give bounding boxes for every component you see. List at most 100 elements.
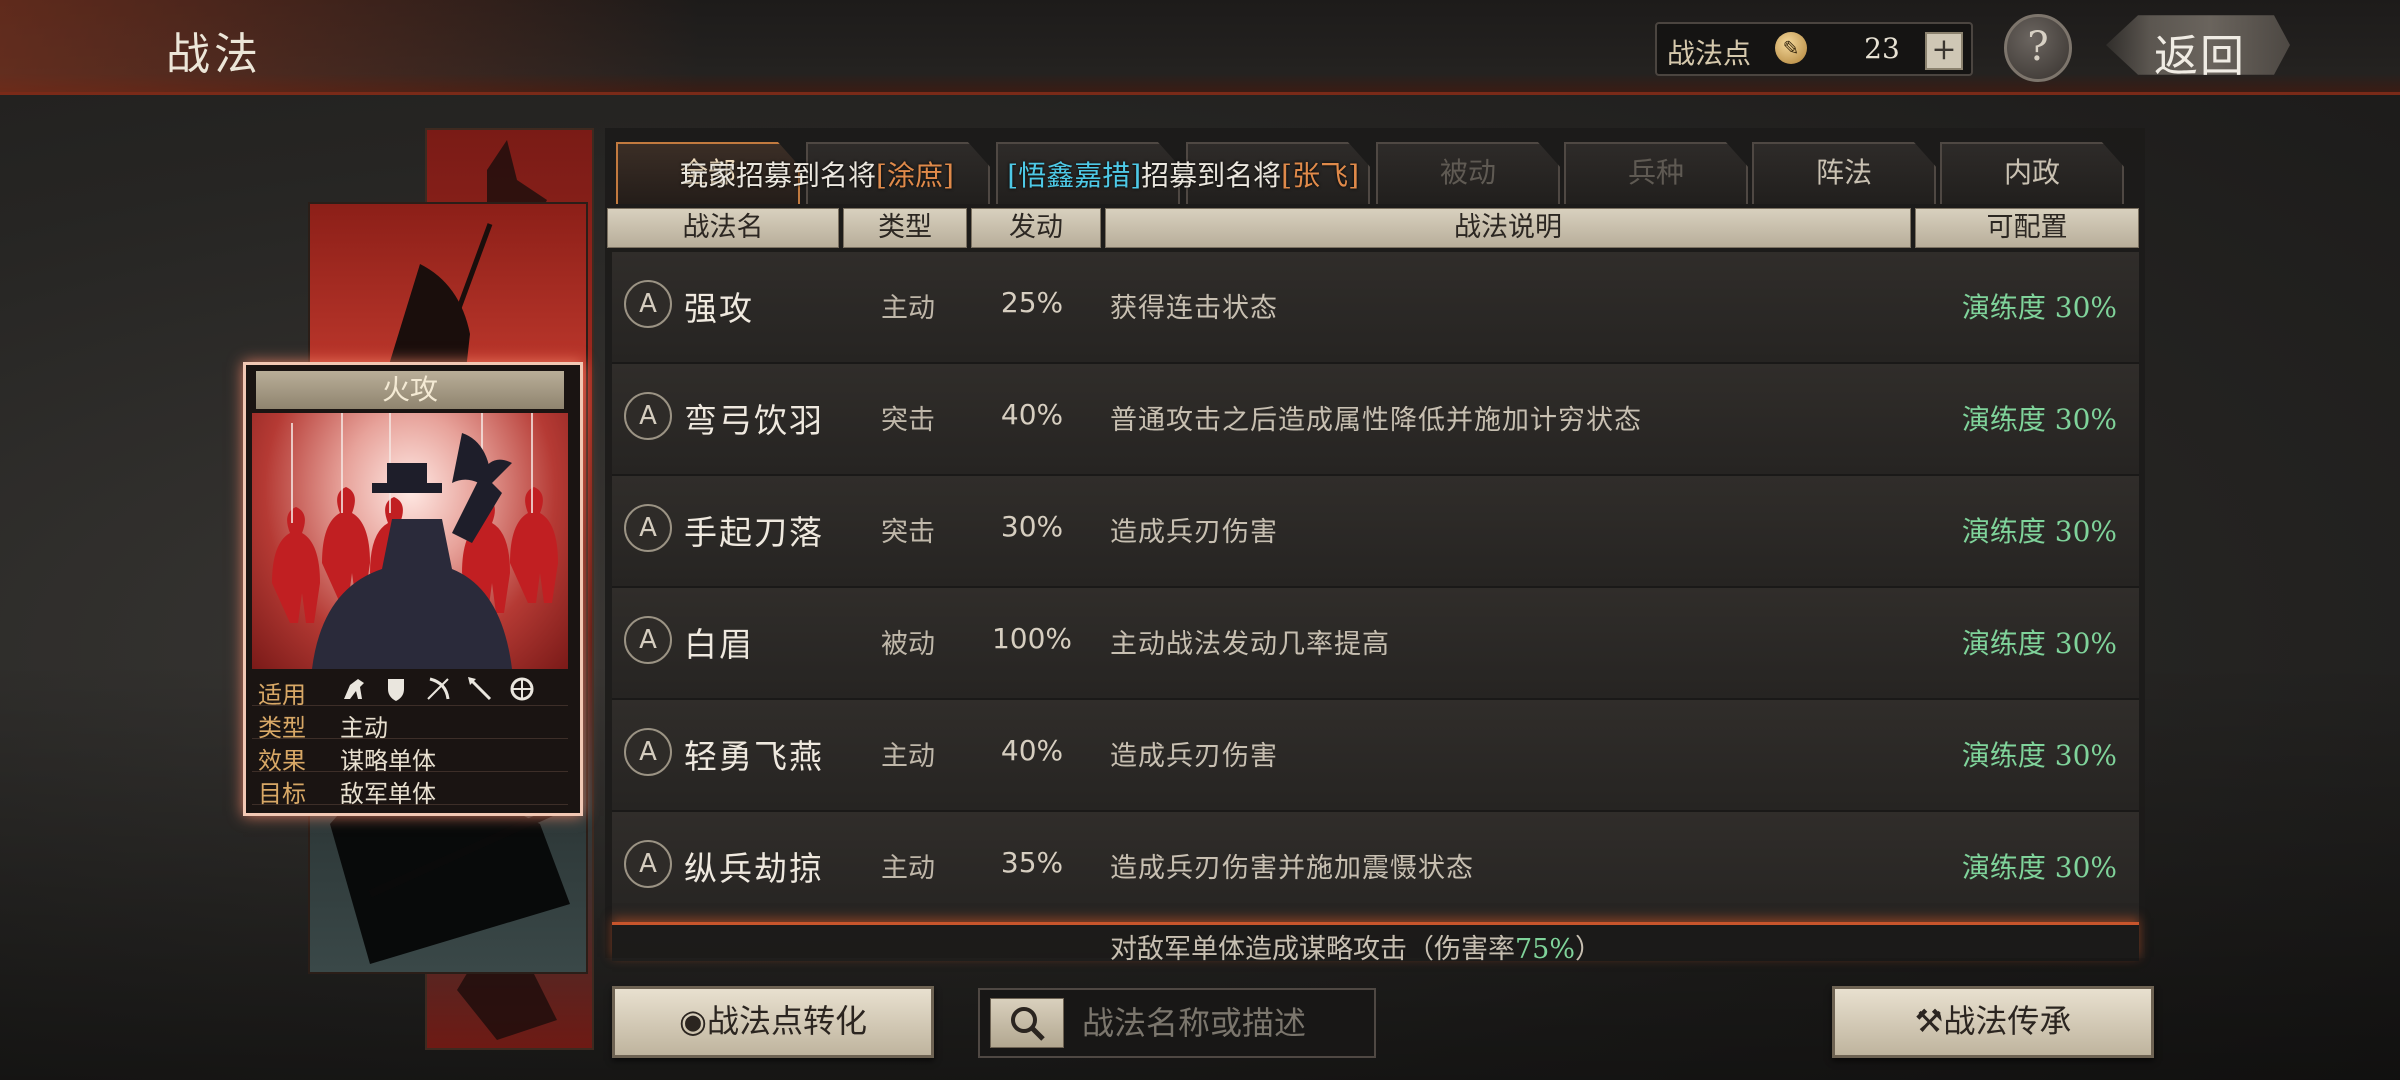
header-description: 战法说明 [1105,208,1911,248]
partial-highlight: 75% [1515,934,1576,961]
grade-badge: A [624,728,672,776]
back-button[interactable]: 返回 [2090,12,2290,82]
grade-badge: A [624,840,672,888]
grade-badge: A [624,392,672,440]
header-type[interactable]: 类型 [843,208,967,248]
card-title: 火攻 [256,371,564,409]
tactic-description: 获得连击状态 [1110,293,1278,324]
wheel-icon [510,677,534,701]
tactic-name: 轻勇飞燕 [684,737,824,776]
tactic-type: 突击 [881,517,935,548]
troop-icons [340,675,536,703]
tactic-type: 主动 [881,293,935,324]
tab-troop[interactable]: 兵种 [1564,142,1748,204]
add-points-button[interactable]: + [1925,32,1963,70]
tactic-description: 主动战法发动几率提高 [1110,629,1390,660]
tab-passive[interactable]: 被动 [1376,142,1560,204]
tactic-description: 造成兵刃伤害 [1110,741,1278,772]
tactic-row[interactable]: A 白眉 被动 100% 主动战法发动几率提高 演练度 30% [612,588,2139,700]
tactic-type: 突击 [881,405,935,436]
header-config[interactable]: 可配置 [1915,208,2139,248]
cavalry-icon [344,679,364,699]
bow-icon [427,677,450,700]
header-name[interactable]: 战法名 [607,208,839,248]
hammer-icon: ⚒ [1914,1002,1944,1040]
card-artwork [252,413,568,669]
tactic-description: 造成兵刃伤害 [1110,517,1278,548]
tactic-status: 演练度 30% [1961,291,2117,324]
tactic-row-selected-partial[interactable]: 对敌军单体造成谋略攻击（伤害率75%） [612,922,2139,961]
tactic-description: 对敌军单体造成谋略攻击（伤害率75%） [1110,927,1602,961]
tactic-points-display: 战法点 ✎ 23 + [1655,22,1973,76]
tactic-row[interactable]: A 弯弓饮羽 突击 40% 普通攻击之后造成属性降低并施加计穷状态 演练度 30… [612,364,2139,476]
page-title: 战法 [166,29,262,80]
card-row-effect: 效果 谋略单体 [252,739,568,775]
tactic-description: 造成兵刃伤害并施加震慑状态 [1110,853,1474,884]
card-attributes: 适用 类型 主动 效果 谋略单体 目标 敌军单体 [252,673,568,808]
tactic-type: 被动 [881,629,935,660]
convert-points-button[interactable]: ◉战法点转化 [612,986,934,1058]
tactic-rate: 25% [1000,286,1064,319]
ticker-part6: [张飞] [1281,159,1360,192]
selected-tactic-card[interactable]: 火攻 适用 类型 主动 效果 谋略单体 目标 敌军单体 [243,362,583,816]
convert-label: 战法点转化 [706,1002,867,1040]
partial-desc: 对敌军单体造成谋略攻击（伤害率 [1110,934,1515,961]
tactic-rate: 100% [991,622,1073,655]
tactic-status: 演练度 30% [1961,627,2117,660]
convert-icon: ◉ [679,1002,707,1040]
card-value-effect: 谋略单体 [340,747,436,775]
announcement-ticker: 玩家招募到名将[涂庶] [悟鑫嘉措]招募到名将[张飞] [680,154,1359,194]
card-value-target: 敌军单体 [340,780,436,808]
card-key-effect: 效果 [258,747,306,775]
ticker-part4: [悟鑫嘉措] [1007,159,1142,192]
tab-formation[interactable]: 阵法 [1752,142,1936,204]
ticker-part1: 玩家 [680,159,737,192]
tactic-status: 演练度 30% [1961,515,2117,548]
tactic-point-coin-icon: ✎ [1775,32,1807,64]
card-key-type: 类型 [258,714,306,742]
tactic-name: 手起刀落 [684,513,824,552]
top-bar-glow [0,0,700,92]
card-row-type: 类型 主动 [252,706,568,742]
tactic-status: 演练度 30% [1961,403,2117,436]
card-key-target: 目标 [258,780,306,808]
spear-icon [468,677,492,701]
tactic-name: 弯弓饮羽 [684,401,824,440]
search-box[interactable] [978,988,1376,1058]
tactic-points-label: 战法点 [1667,37,1752,70]
inherit-label: 战法传承 [1943,1002,2072,1040]
card-row-applicable: 适用 [252,673,568,709]
grade-badge: A [624,504,672,552]
tab-internal[interactable]: 内政 [1940,142,2124,204]
help-button[interactable]: ? [2004,14,2072,82]
partial-desc-end: ） [1575,934,1603,961]
top-bar: 战法 战法点 ✎ 23 + ? 返回 [0,0,2400,95]
card-row-target: 目标 敌军单体 [252,772,568,808]
tactic-status: 演练度 30% [1961,739,2117,772]
inherit-tactic-button[interactable]: ⚒战法传承 [1832,986,2154,1058]
tactic-name: 白眉 [684,625,754,664]
tactic-type: 主动 [881,853,935,884]
search-icon [1011,1007,1045,1041]
tactic-rate: 40% [1000,398,1064,431]
tactic-name: 纵兵劫掠 [684,849,824,888]
tactic-rate: 40% [1000,734,1064,767]
search-input[interactable] [1080,1000,1364,1046]
tactic-row[interactable]: A 手起刀落 突击 30% 造成兵刃伤害 演练度 30% [612,476,2139,588]
tactic-rate: 35% [1000,846,1064,879]
tactic-name: 强攻 [684,289,754,328]
grade-badge: A [624,280,672,328]
ticker-part3: [涂庶] [876,159,954,192]
card-key-applicable: 适用 [258,681,306,709]
header-rate[interactable]: 发动 [971,208,1101,248]
back-label: 返回 [2154,31,2246,82]
tactic-description: 普通攻击之后造成属性降低并施加计穷状态 [1110,405,1642,436]
tactic-row[interactable]: A 轻勇飞燕 主动 40% 造成兵刃伤害 演练度 30% [612,700,2139,812]
search-button[interactable] [990,998,1064,1048]
ticker-part2: 招募到名将 [736,159,877,192]
shield-icon [388,679,404,701]
tactic-row[interactable]: A 纵兵劫掠 主动 35% 造成兵刃伤害并施加震慑状态 演练度 30% [612,812,2139,924]
tactic-row[interactable]: A 强攻 主动 25% 获得连击状态 演练度 30% [612,252,2139,364]
tactic-rate: 30% [1000,510,1064,543]
tactic-status: 演练度 30% [1961,851,2117,884]
